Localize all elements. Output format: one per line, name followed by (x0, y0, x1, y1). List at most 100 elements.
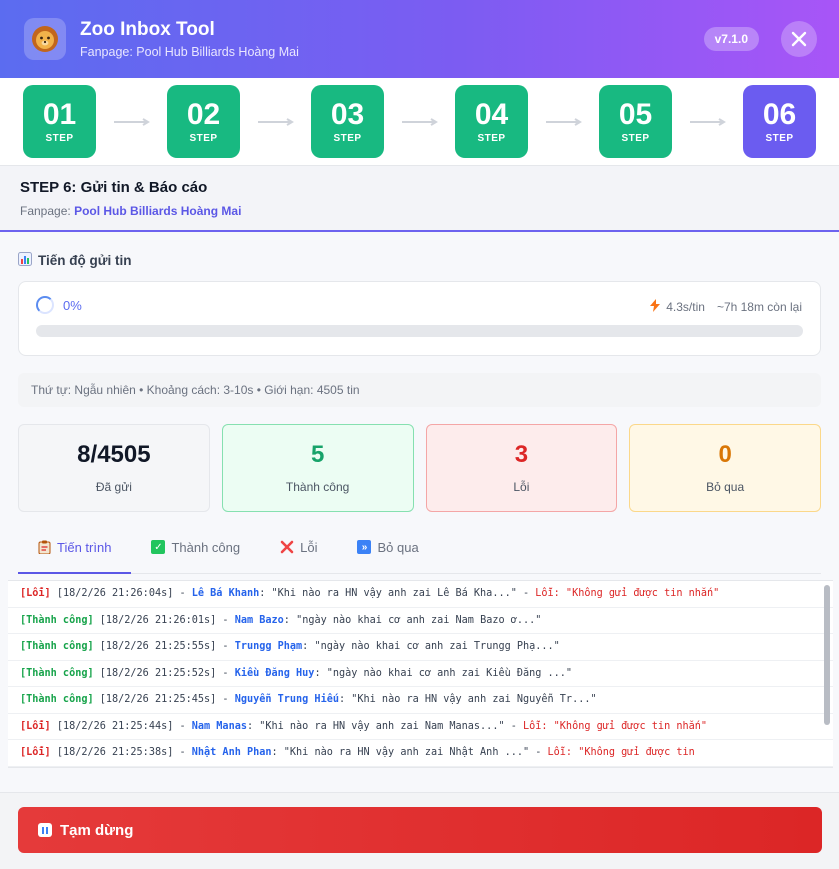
step-number: 05 (618, 98, 653, 131)
step-03[interactable]: 03 STEP (311, 85, 384, 158)
tab-label: Tiến trình (57, 540, 112, 555)
tab-label: Bỏ qua (377, 540, 419, 555)
tab-error[interactable]: Lỗi (260, 540, 337, 574)
log-time: [18/2/26 21:25:55s] (99, 641, 217, 652)
step-06[interactable]: 06 STEP (743, 85, 816, 158)
log-status-tag: [Thành công] (20, 667, 94, 679)
stats-row: 8/4505 Đã gửi 5 Thành công 3 Lỗi 0 Bỏ qu… (18, 424, 821, 512)
log-time: [18/2/26 21:25:52s] (99, 667, 217, 679)
log-recipient-name[interactable]: Trungg Phạm (235, 641, 302, 652)
tab-label: Lỗi (300, 540, 318, 555)
log-scrollbar[interactable] (824, 585, 830, 725)
log-recipient-name[interactable]: Kiều Đăng Huy (235, 668, 315, 679)
arrow-right-icon (240, 117, 311, 126)
stat-success-label: Thành công (285, 480, 350, 494)
time-remaining: ~7h 18m còn lại (716, 300, 802, 314)
log-line: [Thành công] [18/2/26 21:25:55s] - Trung… (8, 634, 833, 661)
stat-error-value: 3 (514, 441, 529, 468)
stat-error: 3 Lỗi (425, 424, 618, 512)
pause-button[interactable]: Tạm dừng (18, 807, 822, 853)
lion-logo-icon (24, 18, 66, 60)
arrow-right-icon (672, 117, 743, 126)
log-line: [Thành công] [18/2/26 21:26:01s] - Nam B… (8, 608, 833, 634)
step-05[interactable]: 05 STEP (599, 85, 672, 158)
close-icon (791, 31, 807, 47)
header: Zoo Inbox Tool Fanpage: Pool Hub Billiar… (0, 0, 839, 78)
step-number: 04 (474, 98, 509, 131)
progress-percent: 0% (63, 297, 82, 313)
log-status-tag: [Thành công] (20, 614, 94, 626)
log-recipient-name[interactable]: Nam Manas (192, 721, 247, 732)
loading-spinner-icon (36, 296, 54, 314)
pause-icon (38, 823, 52, 837)
log-status-tag: [Lỗi] (20, 720, 51, 732)
arrow-right-icon (96, 117, 167, 126)
tab-skipped[interactable]: » Bỏ qua (337, 540, 438, 574)
log-recipient-name[interactable]: Nam Bazo (235, 615, 284, 626)
log-recipient-name[interactable]: Lê Bá Khanh (192, 588, 259, 599)
stat-success-value: 5 (310, 441, 325, 468)
step-number: 03 (330, 98, 365, 131)
skip-icon: » (357, 540, 372, 554)
version-badge: v7.1.0 (703, 27, 759, 51)
step-04[interactable]: 04 STEP (455, 85, 528, 158)
log-message: "Khi nào ra HN vậy anh zai Nam Manas..." (259, 720, 505, 732)
step-01[interactable]: 01 STEP (23, 85, 96, 158)
log-line: [Lỗi] [18/2/26 21:25:38s] - Nhật Anh Pha… (8, 740, 833, 767)
step-number: 02 (186, 98, 221, 131)
x-icon (280, 540, 294, 557)
step-label: STEP (45, 133, 74, 144)
fanpage-subtitle: Fanpage: Pool Hub Billiards Hoàng Mai (80, 45, 299, 59)
stat-skipped-value: 0 (718, 441, 732, 468)
log-recipient-name[interactable]: Nguyễn Trung Hiếu (235, 694, 339, 705)
log-message: "ngày nào khai cơ anh zai Nam Bazo ơ..." (296, 614, 542, 626)
fanpage-label: Fanpage: (20, 204, 71, 218)
log-message: "Khi nào ra HN vậy anh zai Lê Bá Kha..." (271, 588, 517, 599)
log-time: [18/2/26 21:26:04s] (56, 588, 174, 599)
log-line: [Thành công] [18/2/26 21:25:45s] - Nguyễ… (8, 687, 833, 714)
log-time: [18/2/26 21:25:38s] (56, 747, 174, 758)
log-time: [18/2/26 21:25:45s] (99, 694, 217, 705)
app-window: Zoo Inbox Tool Fanpage: Pool Hub Billiar… (0, 0, 839, 869)
footer: Tạm dừng (0, 792, 839, 869)
stat-success: 5 Thành công (221, 424, 414, 512)
step-label: STEP (765, 133, 794, 144)
stat-sent: 8/4505 Đã gửi (18, 424, 210, 512)
tab-success[interactable]: ✓ Thành công (131, 540, 260, 574)
log-panel[interactable]: [Lỗi] [18/2/26 21:26:04s] - Lê Bá Khanh:… (8, 580, 833, 768)
send-settings-info: Thứ tự: Ngẫu nhiên • Khoảng cách: 3-10s … (18, 373, 821, 407)
close-button[interactable] (781, 21, 817, 57)
step-label: STEP (621, 133, 650, 144)
log-status-tag: [Thành công] (20, 694, 94, 705)
speed-info: 4.3s/tin ~7h 18m còn lại (650, 299, 802, 315)
fanpage-name: Pool Hub Billiards Hoàng Mai (74, 204, 242, 218)
log-line: [Lỗi] [18/2/26 21:25:44s] - Nam Manas: "… (8, 714, 833, 740)
step-label: STEP (189, 133, 218, 144)
log-error-message: Lỗi: "Không gửi được tin (547, 747, 695, 758)
step-number: 06 (762, 98, 797, 131)
step-02[interactable]: 02 STEP (167, 85, 240, 158)
step-progress: 01 STEP 02 STEP 03 STEP 04 STEP 05 STEP … (0, 78, 839, 166)
arrow-right-icon (384, 117, 455, 126)
progress-section-title: Tiến độ gửi tin (18, 252, 821, 269)
log-message: "ngày nào khai cơ anh zai Kiều Đăng ..." (326, 667, 573, 679)
stat-skipped-label: Bỏ qua (706, 480, 745, 494)
log-time: [18/2/26 21:26:01s] (99, 614, 217, 626)
step-title: STEP 6: Gửi tin & Báo cáo (20, 179, 208, 196)
step-fanpage: Fanpage: Pool Hub Billiards Hoàng Mai (20, 204, 819, 218)
bar-chart-icon (18, 252, 32, 269)
log-line: [Lỗi] [18/2/26 21:26:04s] - Lê Bá Khanh:… (8, 581, 833, 608)
log-status-tag: [Lỗi] (20, 747, 51, 758)
clipboard-icon (38, 540, 51, 557)
log-error-message: Lỗi: "Không gửi được tin nhắn" (535, 588, 720, 599)
log-tabs: Tiến trình ✓ Thành công Lỗi » Bỏ qua (18, 540, 821, 574)
log-message: "Khi nào ra HN vậy anh zai Nguyễn Tr..." (351, 694, 597, 705)
log-error-message: Lỗi: "Không gửi được tin nhắn" (523, 720, 708, 732)
log-message: "ngày nào khai cơ anh zai Trungg Phạ..." (314, 641, 560, 652)
stat-sent-value: 8/4505 (77, 441, 151, 468)
step-header: STEP 6: Gửi tin & Báo cáo Fanpage: Pool … (0, 166, 839, 232)
stat-sent-label: Đã gửi (95, 480, 132, 494)
log-recipient-name[interactable]: Nhật Anh Phan (192, 747, 272, 758)
stat-skipped: 0 Bỏ qua (629, 424, 821, 512)
tab-progress[interactable]: Tiến trình (18, 540, 132, 574)
